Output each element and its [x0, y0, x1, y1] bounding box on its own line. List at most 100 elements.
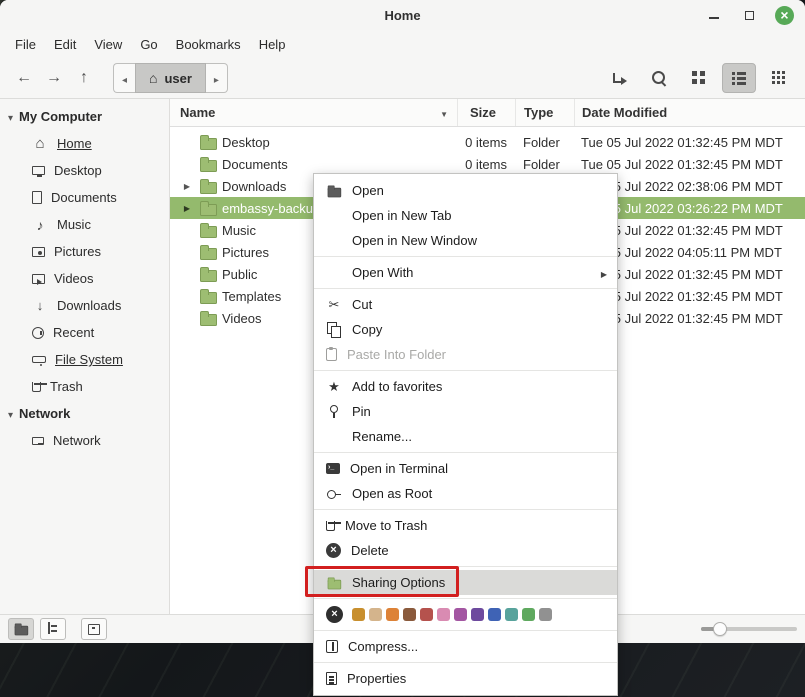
sidebar-item-pictures[interactable]: Pictures	[0, 238, 169, 265]
menu-item-label: Open in New Window	[352, 233, 477, 248]
breadcrumb-next-button[interactable]	[206, 63, 228, 93]
folder-color-swatch[interactable]	[539, 608, 552, 621]
folder-icon	[200, 134, 216, 150]
menu-item-properties[interactable]: Properties	[314, 666, 617, 691]
menu-bookmarks[interactable]: Bookmarks	[167, 33, 250, 56]
column-header-name[interactable]: Name	[170, 99, 457, 126]
column-header-size[interactable]: Size	[457, 99, 515, 126]
sidebar-item-downloads[interactable]: Downloads	[0, 292, 169, 319]
sidebar-section-network[interactable]: Network	[0, 400, 169, 427]
folder-color-swatch[interactable]	[454, 608, 467, 621]
sidebar-item-file-system[interactable]: File System	[0, 346, 169, 373]
forward-icon	[46, 69, 62, 87]
menu-go[interactable]: Go	[131, 33, 166, 56]
menu-file[interactable]: File	[6, 33, 45, 56]
menu-help[interactable]: Help	[250, 33, 295, 56]
menu-item-cut[interactable]: Cut	[314, 292, 617, 317]
close-icon	[780, 8, 788, 23]
menu-item-open-new-tab[interactable]: Open in New Tab	[314, 203, 617, 228]
sidebar-item-desktop[interactable]: Desktop	[0, 157, 169, 184]
menu-item-open-new-window[interactable]: Open in New Window	[314, 228, 617, 253]
menu-item-rename[interactable]: Rename...	[314, 424, 617, 449]
toolbar-right-group	[602, 63, 796, 93]
sidebar-item-label: Home	[57, 136, 92, 151]
icon-view-button[interactable]	[682, 63, 716, 93]
expander-icon[interactable]	[180, 182, 194, 191]
sidebar-item-music[interactable]: Music	[0, 211, 169, 238]
forward-button[interactable]	[39, 63, 69, 93]
menu-edit[interactable]: Edit	[45, 33, 85, 56]
folder-color-swatch[interactable]	[420, 608, 433, 621]
menu-item-open-with[interactable]: Open With	[314, 260, 617, 285]
menu-item-pin[interactable]: Pin	[314, 399, 617, 424]
pictures-icon	[32, 247, 45, 257]
folder-color-swatch[interactable]	[352, 608, 365, 621]
folder-color-swatch[interactable]	[386, 608, 399, 621]
sidebar-item-videos[interactable]: Videos	[0, 265, 169, 292]
menu-item-open-as-root[interactable]: Open as Root	[314, 481, 617, 506]
toggle-location-entry-button[interactable]	[602, 63, 636, 93]
edit-location-icon	[611, 70, 627, 86]
menu-item-open[interactable]: Open	[314, 178, 617, 203]
up-button[interactable]	[69, 63, 99, 93]
up-icon	[80, 69, 88, 87]
trash-icon	[326, 521, 335, 531]
treeview-sidebar-toggle[interactable]	[40, 618, 66, 640]
sidebar-section-my-computer[interactable]: My Computer	[0, 103, 169, 130]
folder-color-swatch[interactable]	[488, 608, 501, 621]
menu-item-compress[interactable]: Compress...	[314, 634, 617, 659]
downloads-icon	[32, 298, 48, 314]
file-row-documents[interactable]: Documents 0 items Folder Tue 05 Jul 2022…	[170, 153, 805, 175]
sharing-folder-icon	[328, 576, 341, 589]
clear-folder-color-button[interactable]	[326, 606, 343, 623]
expander-icon[interactable]	[180, 204, 194, 213]
sidebar-item-documents[interactable]: Documents	[0, 184, 169, 211]
zoom-thumb[interactable]	[713, 622, 727, 636]
menu-item-add-to-favorites[interactable]: Add to favorites	[314, 374, 617, 399]
menu-item-open-in-terminal[interactable]: Open in Terminal	[314, 456, 617, 481]
folder-color-swatch[interactable]	[505, 608, 518, 621]
folder-color-swatch[interactable]	[522, 608, 535, 621]
column-header-date[interactable]: Date Modified	[574, 99, 805, 126]
menu-view[interactable]: View	[85, 33, 131, 56]
maximize-button[interactable]	[740, 6, 758, 24]
menu-item-copy[interactable]: Copy	[314, 317, 617, 342]
zoom-track[interactable]	[701, 627, 797, 631]
hide-sidebar-toggle[interactable]	[81, 618, 107, 640]
sidebar-item-network[interactable]: Network	[0, 427, 169, 454]
folder-color-swatch[interactable]	[369, 608, 382, 621]
menu-item-delete[interactable]: Delete	[314, 538, 617, 563]
folder-color-swatch[interactable]	[471, 608, 484, 621]
sidebar-item-label: Pictures	[54, 244, 101, 259]
menu-item-paste-into-folder[interactable]: Paste Into Folder	[314, 342, 617, 367]
folder-icon	[200, 310, 216, 326]
folder-color-swatch[interactable]	[403, 608, 416, 621]
menu-item-label: Pin	[352, 404, 371, 419]
sidebar-item-home[interactable]: Home	[0, 130, 169, 157]
menu-item-label: Cut	[352, 297, 372, 312]
minimize-button[interactable]	[705, 6, 723, 24]
search-button[interactable]	[642, 63, 676, 93]
column-header-type[interactable]: Type	[515, 99, 574, 126]
titlebar[interactable]: Home	[0, 0, 805, 30]
list-view-button[interactable]	[722, 63, 756, 93]
section-label: My Computer	[19, 109, 102, 124]
sidebar-item-label: Recent	[53, 325, 94, 340]
places-sidebar-toggle[interactable]	[8, 618, 34, 640]
back-button[interactable]	[9, 63, 39, 93]
zoom-slider[interactable]	[701, 615, 797, 643]
folder-color-swatch[interactable]	[437, 608, 450, 621]
breadcrumb-prev-button[interactable]	[113, 63, 135, 93]
minimize-icon	[709, 17, 719, 19]
panel-icon	[88, 624, 100, 635]
sidebar-item-recent[interactable]: Recent	[0, 319, 169, 346]
compact-view-button[interactable]	[762, 63, 796, 93]
open-folder-icon	[328, 184, 341, 197]
file-row-desktop[interactable]: Desktop 0 items Folder Tue 05 Jul 2022 0…	[170, 131, 805, 153]
sidebar-item-trash[interactable]: Trash	[0, 373, 169, 400]
tree-icon	[45, 621, 61, 637]
breadcrumb-current-button[interactable]: user	[135, 63, 206, 93]
menu-item-move-to-trash[interactable]: Move to Trash	[314, 513, 617, 538]
menu-item-sharing-options[interactable]: Sharing Options	[314, 570, 617, 595]
close-button[interactable]	[775, 6, 794, 25]
